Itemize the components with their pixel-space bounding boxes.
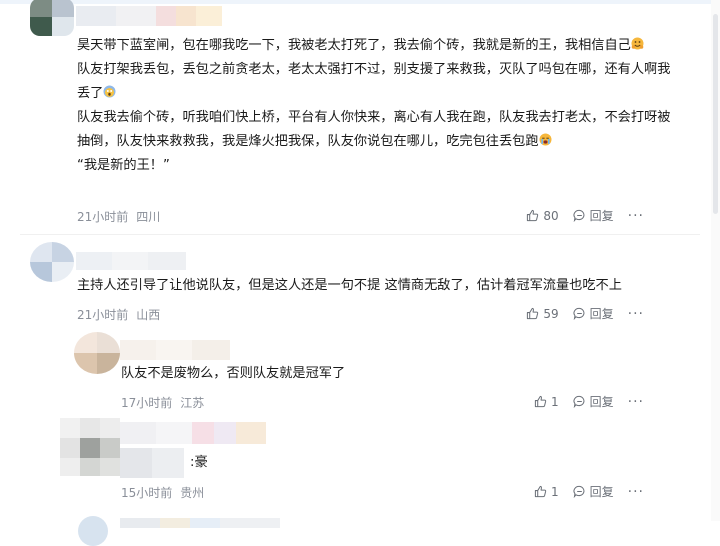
username-blurred[interactable]: [120, 422, 266, 444]
comment-time: 21小时前: [77, 210, 129, 224]
reply-bubble-icon: [573, 485, 585, 498]
username-blurred[interactable]: [120, 340, 230, 360]
avatar[interactable]: [60, 418, 120, 476]
like-button[interactable]: 1: [534, 395, 559, 409]
reply-location: 贵州: [180, 486, 205, 500]
reply-meta: 17小时前 江苏: [121, 394, 212, 411]
reply-item: :豪 15小时前 贵州 1 回复 ···: [0, 412, 700, 506]
comment-item: 昊天带下蓝室闸，包在哪我吃一下，我被老太打死了，我去偷个砖，我就是新的王，我相信…: [0, 0, 700, 234]
quoted-content-blurred: [120, 448, 184, 478]
reply-body: :豪: [190, 451, 674, 475]
username-blurred[interactable]: [76, 252, 186, 270]
reply-text: 队友不是废物么，否则队友就是冠军了: [121, 366, 346, 381]
reply-bubble-icon: [573, 209, 585, 222]
more-options-icon[interactable]: ···: [628, 394, 644, 410]
comment-meta: 21小时前 山西: [77, 306, 168, 323]
reply-time: 17小时前: [121, 396, 173, 410]
reply-time: 15小时前: [121, 486, 173, 500]
scream-emoji-icon: [103, 85, 116, 100]
reply-button[interactable]: 回复: [573, 305, 614, 322]
comment-paragraph: “我是新的王！”: [77, 158, 170, 173]
like-count: 1: [550, 484, 559, 499]
reply-text: :豪: [190, 455, 208, 470]
reply-label: 回复: [589, 307, 614, 321]
avatar[interactable]: [74, 332, 120, 374]
scrollbar-thumb[interactable]: [713, 14, 718, 214]
cry-emoji-icon: [539, 133, 552, 148]
comment-paragraph: 队友我去偷个砖，听我咱们快上桥，平台有人你快来，离心有人我在跑，队友我去打老太，…: [77, 110, 671, 149]
reply-button[interactable]: 回复: [573, 207, 614, 224]
divider: [20, 234, 700, 235]
comment-paragraph: 昊天带下蓝室闸，包在哪我吃一下，我被老太打死了，我去偷个砖，我就是新的王，我相信…: [77, 38, 631, 53]
like-count: 1: [550, 394, 559, 409]
reply-item: 队友不是废物么，否则队友就是冠军了 17小时前 江苏 1 回复 ···: [0, 324, 700, 412]
like-button[interactable]: 59: [526, 306, 559, 321]
comment-actions: 80 回复 ···: [526, 207, 644, 224]
like-button[interactable]: 1: [534, 485, 559, 499]
thumbs-up-icon: [534, 485, 547, 498]
avatar[interactable]: [30, 242, 74, 282]
comment-location: 四川: [136, 210, 161, 224]
reply-body: 队友不是废物么，否则队友就是冠军了: [121, 362, 674, 386]
reply-label: 回复: [589, 395, 614, 409]
comment-body: 昊天带下蓝室闸，包在哪我吃一下，我被老太打死了，我去偷个砖，我就是新的王，我相信…: [77, 34, 674, 178]
reply-bubble-icon: [573, 307, 585, 320]
comment-paragraph: 队友打架我丢包，丢包之前贪老太，老太太强打不过，别支援了来救我，灭队了吗包在哪，…: [77, 62, 671, 101]
username-blurred[interactable]: [76, 6, 222, 26]
reply-meta: 15小时前 贵州: [121, 484, 212, 501]
thumbs-up-icon: [527, 209, 539, 222]
comment-actions: 59 回复 ···: [526, 305, 644, 322]
like-count: 59: [543, 306, 559, 321]
reply-button[interactable]: 回复: [573, 483, 614, 500]
like-button[interactable]: 80: [526, 208, 559, 223]
comment-location: 山西: [136, 308, 161, 322]
reply-label: 回复: [589, 485, 614, 499]
scrollbar-track[interactable]: [711, 0, 720, 521]
reply-button[interactable]: 回复: [573, 393, 614, 410]
reply-actions: 1 回复 ···: [534, 483, 644, 500]
avatar[interactable]: [30, 0, 74, 36]
hug-emoji-icon: [631, 37, 644, 52]
username-blurred[interactable]: [120, 518, 280, 528]
thumbs-up-icon: [534, 395, 547, 408]
comment-meta: 21小时前 四川: [77, 208, 168, 225]
reply-actions: 1 回复 ···: [534, 393, 644, 410]
more-options-icon[interactable]: ···: [628, 208, 644, 224]
comment-item: 主持人还引导了让他说队友，但是这人还是一句不提 这情商无敌了，估计着冠军流量也吃…: [0, 236, 700, 322]
more-options-icon[interactable]: ···: [628, 306, 644, 322]
comment-time: 21小时前: [77, 308, 129, 322]
comment-body: 主持人还引导了让他说队友，但是这人还是一句不提 这情商无敌了，估计着冠军流量也吃…: [77, 274, 674, 298]
thumbs-up-icon: [527, 307, 539, 320]
more-options-icon[interactable]: ···: [628, 484, 644, 500]
reply-item-partial: [0, 512, 700, 546]
comment-paragraph: 主持人还引导了让他说队友，但是这人还是一句不提 这情商无敌了，估计着冠军流量也吃…: [77, 278, 622, 293]
reply-label: 回复: [589, 209, 614, 223]
reply-location: 江苏: [180, 396, 205, 410]
like-count: 80: [543, 208, 559, 223]
reply-bubble-icon: [573, 395, 585, 408]
